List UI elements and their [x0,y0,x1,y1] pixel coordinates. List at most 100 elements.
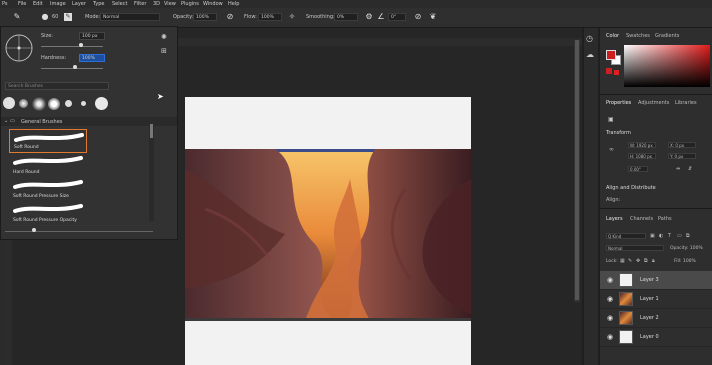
layer-row-layer-1[interactable]: ◉ Layer 1 [600,290,712,309]
tab-color[interactable]: Color [606,33,619,39]
blend-mode-dropdown[interactable]: Normal [606,245,664,251]
menu-edit[interactable]: Edit [33,1,43,7]
brush-stroke-pressure-opacity[interactable]: Soft Round Pressure Opacity [9,201,87,225]
filter-image-icon[interactable]: ▣ [650,233,655,239]
visibility-eye-icon[interactable]: ◉ [607,276,613,284]
preview-size-handle[interactable] [32,228,36,232]
visibility-eye-icon[interactable]: ◉ [607,314,613,322]
menu-type[interactable]: Type [93,1,104,7]
new-preset-icon[interactable]: ⊞ [161,47,167,55]
lock-transparent-icon[interactable]: ▦ [620,258,625,264]
folder-chevron-icon[interactable]: ⌄ [4,118,8,124]
flip-vertical-icon[interactable]: ⇵ [688,166,692,172]
filter-type-icon[interactable]: T [668,233,671,239]
menu-3d[interactable]: 3D [153,1,160,7]
size-slider[interactable] [41,46,103,47]
filter-shape-icon[interactable]: ▭ [677,233,682,239]
tab-libraries[interactable]: Libraries [675,100,697,106]
brush-tip-soft-3[interactable] [48,98,60,110]
gamut-warning-swatch[interactable] [606,68,612,74]
airbrush-icon[interactable]: ✧ [287,12,297,22]
filter-smart-object-icon[interactable]: ⧉ [686,233,690,239]
brush-tip-soft-2[interactable] [32,97,46,111]
brush-angle-preview[interactable] [3,32,35,64]
x-field[interactable]: X: 0 px [668,142,696,148]
tab-layers[interactable]: Layers [606,216,623,222]
angle-icon[interactable]: ∠ [376,12,386,22]
tab-properties[interactable]: Properties [606,100,631,106]
scrollbar-thumb[interactable] [575,40,579,300]
layer-fill[interactable]: Fill: 100% [674,259,696,264]
pressure-size-icon[interactable]: ⊘ [413,12,423,22]
flow-field[interactable]: 100% [258,13,282,21]
menu-filter[interactable]: Filter [134,1,146,7]
link-dimensions-icon[interactable]: ∞ [609,146,614,153]
size-field[interactable]: 100 px [79,32,105,40]
pressure-opacity-icon[interactable]: ⊘ [225,12,235,22]
layer-opacity[interactable]: Opacity: 100% [670,246,703,251]
brush-preset-picker-icon[interactable]: ● [40,12,50,22]
brush-stroke-hard-round[interactable]: Hard Round [9,153,87,177]
menu-file[interactable]: File [18,1,26,7]
width-field[interactable]: W: 1920 px [628,142,656,148]
tab-gradients[interactable]: Gradients [655,33,679,39]
color-field-picker[interactable] [624,45,710,87]
menu-window[interactable]: Window [203,1,223,7]
hardness-slider-handle[interactable] [73,65,77,69]
filter-adjustment-icon[interactable]: ◐ [659,233,663,239]
menu-image[interactable]: Image [50,1,66,7]
brush-stroke-pressure-size[interactable]: Soft Round Pressure Size [9,177,87,201]
hardness-slider[interactable] [41,68,103,69]
layer-row-layer-2[interactable]: ◉ Layer 2 [600,309,712,328]
web-color-swatch[interactable] [614,70,619,75]
history-icon[interactable]: ◷ [586,34,593,43]
layer-name[interactable]: Layer 1 [640,296,659,302]
preview-size-slider[interactable] [5,231,153,232]
layer-name[interactable]: Layer 2 [640,315,659,321]
layer-row-layer-0[interactable]: ◉ Layer 0 [600,328,712,347]
mode-dropdown[interactable]: Normal [100,13,160,21]
brush-tip-hard-medium[interactable] [95,97,108,110]
layer-name[interactable]: Layer 3 [640,277,659,283]
angle-field[interactable]: 0° [388,13,406,21]
hardness-field[interactable]: 100% [79,54,105,62]
brush-tip-soft-1[interactable] [19,99,28,108]
tab-channels[interactable]: Channels [630,216,653,222]
smoothing-options-gear-icon[interactable]: ⚙ [364,12,374,22]
symmetry-butterfly-icon[interactable]: ❦ [428,12,438,22]
opacity-field[interactable]: 100% [193,13,217,21]
brush-tip-hard-tiny[interactable] [81,101,86,106]
search-brushes-input[interactable]: Search Brushes [5,82,109,90]
smoothing-field[interactable]: 0% [334,13,358,21]
comments-icon[interactable]: ☁ [586,50,594,59]
flip-horizontal-icon[interactable]: ⇹ [676,166,680,172]
layer-filter-dropdown[interactable]: Q Kind [606,233,646,239]
visibility-eye-icon[interactable]: ◉ [607,295,613,303]
brush-list-scroll-thumb[interactable] [150,124,153,138]
menu-select[interactable]: Select [112,1,127,7]
lock-pixels-icon[interactable]: ✎ [628,258,632,264]
layer-row-layer-3[interactable]: ◉ Layer 3 [600,271,712,290]
lock-all-icon[interactable]: 🔒︎ [652,258,655,264]
size-slider-handle[interactable] [79,43,83,47]
layer-name[interactable]: Layer 0 [640,334,659,340]
tab-paths[interactable]: Paths [658,216,672,222]
tab-adjustments[interactable]: Adjustments [638,100,669,106]
lock-position-icon[interactable]: ✥ [636,258,640,264]
y-field[interactable]: Y: 0 px [668,153,696,159]
height-field[interactable]: H: 1080 px [628,153,656,159]
menu-layer[interactable]: Layer [72,1,86,7]
brush-stroke-soft-round[interactable]: Soft Round [9,129,87,153]
tab-swatches[interactable]: Swatches [626,33,650,39]
menu-help[interactable]: Help [228,1,239,7]
settings-gear-icon[interactable]: ✺ [161,33,167,41]
menu-plugins[interactable]: Plugins [181,1,199,7]
brush-tip-hard-large[interactable] [3,97,15,109]
brush-tip-hard-small[interactable] [65,100,72,107]
lock-artboard-icon[interactable]: ⧉ [644,258,648,264]
angle-field[interactable]: 0.00° [628,166,648,172]
brush-tool-icon[interactable]: ✎ [12,12,22,22]
app-logo-icon[interactable]: Ps [2,1,8,7]
visibility-eye-icon[interactable]: ◉ [607,333,613,341]
menu-view[interactable]: View [164,1,176,7]
